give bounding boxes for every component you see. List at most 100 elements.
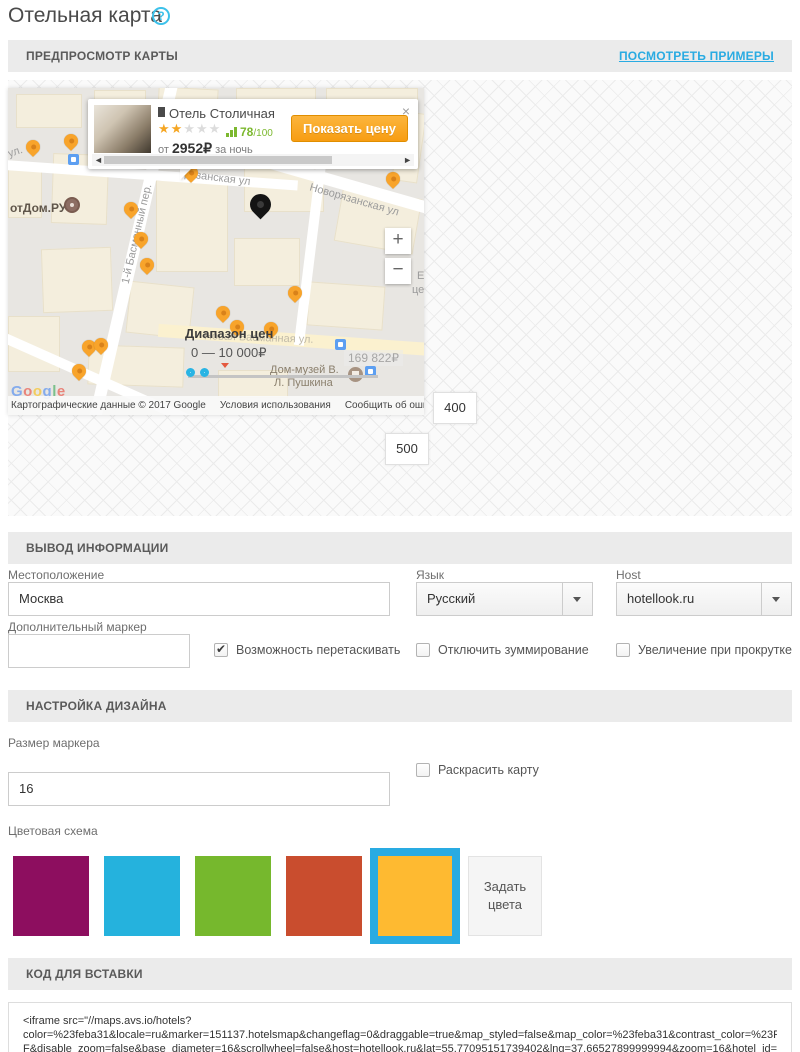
zoom-out-button[interactable]: − bbox=[385, 258, 411, 284]
popup-scrollbar[interactable]: ◄ ► bbox=[92, 154, 414, 166]
scrollwheel-zoom-checkbox-row[interactable]: Увеличение при прокрутке bbox=[616, 643, 792, 657]
map-building bbox=[234, 238, 300, 286]
map-data-credit: Картографические данные © 2017 Google bbox=[11, 400, 206, 411]
max-price-bubble: 169 822₽ bbox=[344, 350, 403, 366]
colorize-map-checkbox-label: Раскрасить карту bbox=[438, 763, 539, 777]
page-title: Отельная карта bbox=[8, 4, 162, 28]
color-swatch-cyan[interactable] bbox=[104, 856, 180, 936]
poi-home-icon bbox=[64, 197, 80, 213]
price-slider-track[interactable] bbox=[188, 375, 378, 378]
star-icon: ★ bbox=[209, 121, 222, 136]
rating-value: 78/100 bbox=[240, 125, 273, 139]
terms-link[interactable]: Условия использования bbox=[220, 400, 331, 411]
map-building bbox=[16, 94, 82, 128]
price-slider-handle-min[interactable] bbox=[186, 368, 195, 377]
embed-code-line: color=%23feba31&locale=ru&marker=151137.… bbox=[23, 1028, 777, 1042]
host-value: hotellook.ru bbox=[627, 591, 694, 606]
hotel-pin-icon[interactable] bbox=[213, 303, 233, 323]
draggable-checkbox-row[interactable]: Возможность перетаскивать bbox=[214, 643, 400, 657]
zoom-in-button[interactable]: + bbox=[385, 228, 411, 254]
preview-section-title: ПРЕДПРОСМОТР КАРТЫ bbox=[26, 49, 178, 63]
view-examples-link[interactable]: ПОСМОТРЕТЬ ПРИМЕРЫ bbox=[619, 40, 774, 72]
show-price-button[interactable]: Показать цену bbox=[291, 115, 408, 142]
star-icon: ★ bbox=[158, 121, 171, 136]
map-building bbox=[41, 247, 113, 313]
scrollbar-thumb[interactable] bbox=[104, 156, 332, 164]
language-value: Русский bbox=[427, 591, 475, 606]
info-section-title: ВЫВОД ИНФОРМАЦИИ bbox=[26, 541, 168, 555]
dropdown-arrow-box bbox=[562, 583, 592, 615]
color-scheme-label: Цветовая схема bbox=[8, 824, 98, 838]
extra-marker-label: Дополнительный маркер bbox=[8, 620, 147, 634]
color-swatch-purple[interactable] bbox=[13, 856, 89, 936]
disable-zoom-checkbox-row[interactable]: Отключить зуммирование bbox=[416, 643, 589, 657]
edge-label-fragment: Е bbox=[417, 270, 424, 282]
map-building bbox=[156, 180, 228, 272]
star-icon: ★ bbox=[171, 121, 184, 136]
color-swatch-green[interactable] bbox=[195, 856, 271, 936]
scrollwheel-zoom-checkbox-label: Увеличение при прокрутке bbox=[638, 643, 792, 657]
language-label: Язык bbox=[416, 568, 444, 582]
building-icon bbox=[158, 107, 165, 117]
extra-marker-input[interactable] bbox=[8, 634, 190, 668]
help-icon[interactable]: ? bbox=[152, 7, 170, 25]
embed-section-header: КОД ДЛЯ ВСТАВКИ bbox=[8, 958, 792, 990]
hotel-photo bbox=[94, 105, 151, 153]
museum-label-line2: Л. Пушкина bbox=[274, 377, 333, 389]
hotel-pin-icon[interactable] bbox=[61, 131, 81, 151]
scrollwheel-zoom-checkbox[interactable] bbox=[616, 643, 630, 657]
draggable-checkbox[interactable] bbox=[214, 643, 228, 657]
language-select[interactable]: Русский bbox=[416, 582, 593, 616]
star-rating: ★★★★★ bbox=[158, 121, 221, 137]
range-caret-icon bbox=[221, 363, 229, 368]
embed-code-line: F&disable_zoom=false&base_diameter=16&sc… bbox=[23, 1042, 777, 1052]
host-select[interactable]: hotellook.ru bbox=[616, 582, 792, 616]
hotel-pin-icon[interactable] bbox=[23, 137, 43, 157]
preview-section-header: ПРЕДПРОСМОТР КАРТЫ ПОСМОТРЕТЬ ПРИМЕРЫ bbox=[8, 40, 792, 72]
location-label: Местоположение bbox=[8, 568, 104, 582]
embed-code-box[interactable]: <iframe src="//maps.avs.io/hotels? color… bbox=[8, 1002, 792, 1052]
map-attribution: Картографические данные © 2017 Google Ус… bbox=[8, 396, 424, 415]
color-swatch-red[interactable] bbox=[286, 856, 362, 936]
edge-label-fragment: цен bbox=[412, 284, 424, 296]
colorize-map-checkbox-row[interactable]: Раскрасить карту bbox=[416, 763, 539, 777]
price-range-title: Диапазон цен bbox=[185, 326, 273, 341]
set-colors-button[interactable]: Задать цвета bbox=[468, 856, 542, 936]
star-icon: ★ bbox=[196, 121, 209, 136]
embed-section-title: КОД ДЛЯ ВСТАВКИ bbox=[26, 967, 143, 981]
map-canvas[interactable]: ул. рязанская ул Новорязанская ул 1-й Ба… bbox=[8, 88, 424, 415]
price-slider-handle-max[interactable] bbox=[200, 368, 209, 377]
dropdown-arrow-box bbox=[761, 583, 791, 615]
rating-bars-icon bbox=[226, 127, 238, 137]
color-swatch-orange[interactable] bbox=[370, 848, 460, 944]
design-section-header: НАСТРОЙКА ДИЗАЙНА bbox=[8, 690, 792, 722]
report-error-link[interactable]: Сообщить об ошибке на карте bbox=[345, 400, 424, 411]
design-section-title: НАСТРОЙКА ДИЗАЙНА bbox=[26, 699, 167, 713]
street-label: ул. bbox=[8, 144, 24, 160]
transit-icon bbox=[335, 339, 346, 350]
chevron-down-icon bbox=[772, 597, 780, 602]
map-building bbox=[307, 281, 386, 330]
map-width-input[interactable]: 400 bbox=[433, 392, 477, 424]
draggable-checkbox-label: Возможность перетаскивать bbox=[236, 643, 400, 657]
transit-icon bbox=[68, 154, 79, 165]
info-section-header: ВЫВОД ИНФОРМАЦИИ bbox=[8, 532, 792, 564]
colorize-map-checkbox[interactable] bbox=[416, 763, 430, 777]
poi-home-label: отДом.РУ bbox=[10, 201, 66, 215]
chevron-down-icon bbox=[573, 597, 581, 602]
hotel-map-settings-page: Отельная карта ? ПРЕДПРОСМОТР КАРТЫ ПОСМ… bbox=[0, 0, 800, 1052]
disable-zoom-checkbox[interactable] bbox=[416, 643, 430, 657]
marker-size-input[interactable]: 16 bbox=[8, 772, 390, 806]
hotel-popup: Отель Столичная × ★★★★★ 78/100 от 2952₽ … bbox=[88, 99, 418, 169]
map-height-input[interactable]: 500 bbox=[385, 433, 429, 465]
scroll-left-icon[interactable]: ◄ bbox=[94, 155, 103, 165]
marker-size-label: Размер маркера bbox=[8, 736, 100, 750]
star-icon: ★ bbox=[183, 121, 196, 136]
embed-code-line: <iframe src="//maps.avs.io/hotels? bbox=[23, 1014, 777, 1028]
scroll-right-icon[interactable]: ► bbox=[403, 155, 412, 165]
location-input[interactable]: Москва bbox=[8, 582, 390, 616]
map-preview-area: ул. рязанская ул Новорязанская ул 1-й Ба… bbox=[8, 80, 792, 516]
hotel-pin-icon[interactable] bbox=[137, 255, 157, 275]
price-range-values: 0 — 10 000₽ bbox=[191, 345, 267, 361]
disable-zoom-checkbox-label: Отключить зуммирование bbox=[438, 643, 589, 657]
